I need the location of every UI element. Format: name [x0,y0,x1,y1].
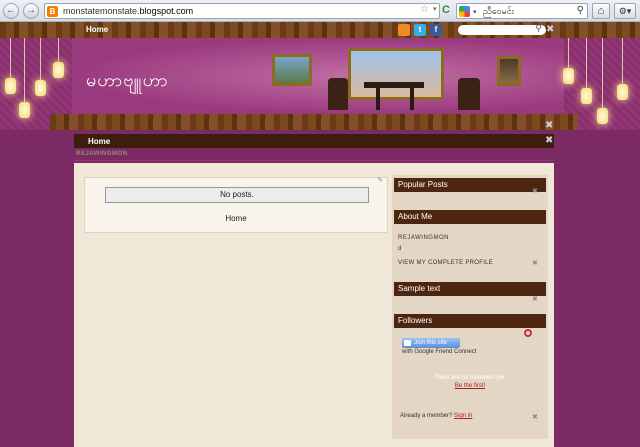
google-icon [459,6,470,17]
edit-wrench-icon[interactable]: ✖ [545,135,553,146]
right-armchair [458,78,480,110]
sample-text-header: Sample text [394,282,546,296]
edit-wrench-icon[interactable]: ✖ [532,295,538,303]
lamp-cord [586,38,587,88]
forward-button[interactable]: → [23,3,39,19]
desk [364,82,424,88]
edit-wrench-icon[interactable]: ✖ [545,120,553,131]
lamp-cord [24,38,25,102]
hanging-lamp [597,108,608,124]
hanging-lamp [35,80,46,96]
browser-search-box[interactable]: ▾ ညီဝေမင်း ⚲ [456,3,588,19]
url-text: monstatemonstate.blogspot.com [63,6,194,16]
lamp-cord [622,38,623,84]
hanging-lamp [53,62,64,78]
tools-icon: ⚙▾ [618,6,632,16]
main-column: No posts. Home ✎ [84,177,388,233]
twitter-icon[interactable]: t [414,24,426,36]
author-description: d [398,246,402,252]
search-engine-dropdown-icon[interactable]: ▾ [473,8,477,16]
blog-title[interactable]: မဟာဗျူဟာ [86,68,169,95]
nav-home-link[interactable]: Home [88,137,110,146]
edit-wrench-icon[interactable]: ✖ [546,24,554,35]
hanging-lamp [5,78,16,94]
search-query-text: ညီဝေမင်း [483,6,515,16]
popular-posts-header: Popular Posts [394,178,546,192]
content-area: No posts. Home ✎ Popular Posts ✖ About M… [74,163,554,447]
be-first-link[interactable]: Be the first! [392,383,548,389]
reload-icon[interactable]: C [442,4,450,16]
lamp-cord [568,38,569,68]
blogger-favicon-icon: B [47,6,58,17]
about-me-header: About Me [394,210,546,224]
lamp-cord [602,38,603,108]
sign-in-link[interactable]: Sign in [454,413,472,419]
desk-leg-left [376,88,380,110]
followers-header: Followers [394,314,546,328]
no-posts-message: No posts. [105,187,369,203]
hanging-lamp [563,68,574,84]
portrait-painting [497,56,521,86]
already-member-text: Already a member? Sign in [400,413,473,419]
gfc-icon [404,340,411,346]
desk-leg-right [410,88,414,110]
lamp-cord [10,38,11,78]
author-name-link[interactable]: REJAWINGMON [398,235,449,241]
rss-icon[interactable] [398,24,410,36]
gfc-settings-icon[interactable] [524,329,532,337]
url-dropdown-icon[interactable]: ▾ [433,5,437,13]
lamp-cord [58,38,59,62]
edit-wrench-icon[interactable]: ✖ [532,187,538,195]
blog-search-input[interactable]: ⚲ [458,23,546,35]
view-profile-link[interactable]: VIEW MY COMPLETE PROFILE [398,260,493,266]
hanging-lamp [581,88,592,104]
lamp-cord [40,38,41,80]
left-armchair [328,78,348,110]
bookmark-star-icon[interactable]: ☆ [420,4,429,15]
facebook-icon[interactable]: f [430,24,442,36]
home-icon: ⌂ [597,5,605,17]
hanging-lamp [617,84,628,100]
back-button[interactable]: ← [3,3,19,19]
hanging-lamp [19,102,30,118]
edit-pencil-icon[interactable]: ✎ [377,176,383,184]
landscape-painting [272,54,312,86]
address-bar[interactable]: B monstatemonstate.blogspot.com [44,3,440,19]
edit-wrench-icon[interactable]: ✖ [532,413,538,421]
blog-nav-bar: Home [74,134,554,148]
gfc-caption: with Google Friend Connect [402,349,477,355]
blog-top-bar: Home t f ⚲ ✖ [0,22,640,38]
angels-painting [348,48,444,100]
main-home-link[interactable]: Home [85,214,387,223]
sidebar: Popular Posts ✖ About Me REJAWINGMON d V… [392,175,548,439]
browser-home-button[interactable]: ⌂ [592,3,610,19]
header-divider [74,160,554,161]
breadcrumb: REJAWINGMON [76,151,128,157]
blog-header: မဟာဗျူဟာ [0,38,640,130]
search-icon[interactable]: ⚲ [577,5,584,16]
join-site-button[interactable]: Join this site [402,338,460,348]
top-nav-home-link[interactable]: Home [86,25,108,34]
back-arrow-icon: ← [6,5,16,16]
tools-menu-button[interactable]: ⚙▾ [614,3,636,19]
edit-wrench-icon[interactable]: ✖ [532,259,538,267]
browser-toolbar: ← → B monstatemonstate.blogspot.com ☆ ▾ … [0,0,640,22]
wooden-shelf [50,114,578,130]
no-members-text: There are no members yet. [433,375,507,381]
blog-search-icon[interactable]: ⚲ [535,23,542,34]
forward-arrow-icon: → [26,5,36,16]
